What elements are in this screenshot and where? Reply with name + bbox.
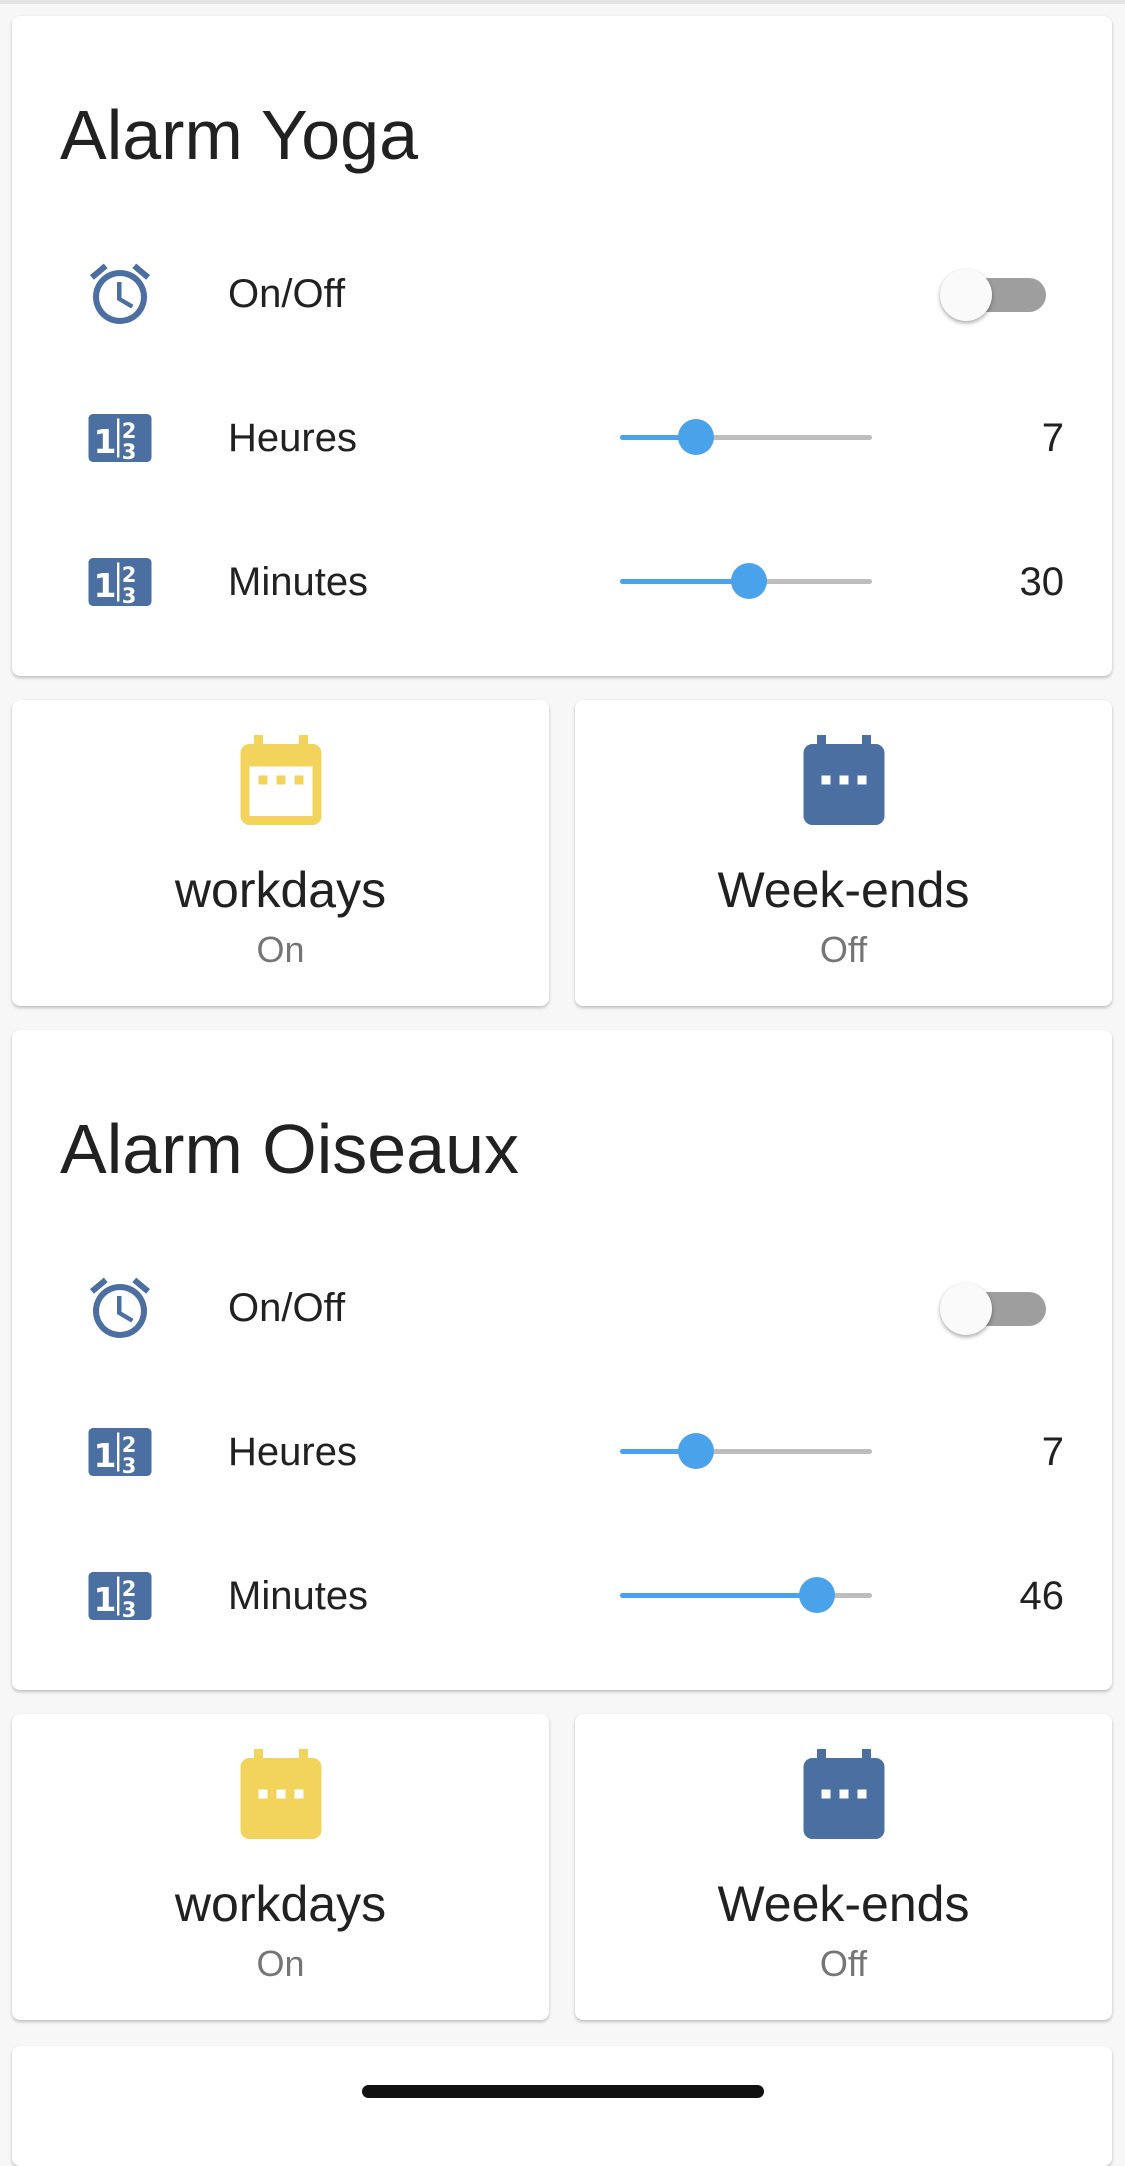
tile-name: workdays — [174, 862, 387, 918]
tile-state: On — [256, 1943, 305, 1984]
onoff-row: On/Off — [12, 244, 1112, 344]
calendar-icon — [240, 1749, 321, 1839]
svg-text:1: 1 — [94, 1580, 117, 1619]
top-divider — [0, 0, 1125, 4]
onoff-toggle[interactable] — [940, 269, 1060, 321]
alarm-card-yoga: Alarm Yoga On/Off 1 2 3 Heures 7 1 2 3 M… — [12, 16, 1112, 676]
hours-row: 1 2 3 Heures 7 — [12, 388, 1112, 488]
alarm-clock-icon — [90, 1277, 150, 1338]
home-indicator[interactable] — [362, 2085, 764, 2098]
toggle-thumb[interactable] — [940, 1283, 992, 1335]
alarm-card-oiseaux: Alarm Oiseaux On/Off 1 2 3 Heures 7 1 2 … — [12, 1030, 1112, 1690]
minutes-value: 46 — [1019, 1574, 1065, 1618]
tile-state: On — [256, 929, 305, 970]
svg-text:3: 3 — [122, 1598, 137, 1622]
tile-workdays[interactable]: workdays On — [12, 700, 549, 1006]
slider-knob[interactable] — [677, 1433, 714, 1469]
onoff-label: On/Off — [228, 1286, 346, 1330]
minutes-slider[interactable] — [608, 554, 884, 610]
minutes-value: 30 — [1019, 560, 1065, 604]
tile-weekends[interactable]: Week-ends Off — [575, 1714, 1112, 2020]
hours-label: Heures — [228, 416, 357, 460]
slider-knob[interactable] — [677, 419, 714, 455]
slider-knob[interactable] — [798, 1577, 835, 1613]
tile-name: Week-ends — [717, 1876, 970, 1932]
svg-text:1: 1 — [94, 1436, 117, 1475]
tile-weekends[interactable]: Week-ends Off — [575, 700, 1112, 1006]
numeric-icon: 1 2 3 — [88, 414, 152, 464]
slider-rail — [620, 419, 872, 455]
minutes-row: 1 2 3 Minutes 46 — [12, 1546, 1112, 1646]
hours-slider[interactable] — [608, 1424, 884, 1480]
card-title: Alarm Yoga — [60, 96, 419, 174]
onoff-row: On/Off — [12, 1258, 1112, 1358]
hours-slider[interactable] — [608, 410, 884, 466]
slider-rail — [620, 1433, 872, 1469]
hours-value: 7 — [1041, 416, 1064, 460]
calendar-icon — [240, 735, 321, 825]
tile-state: Off — [819, 929, 868, 970]
card-title: Alarm Oiseaux — [60, 1110, 520, 1188]
calendar-icon — [803, 1749, 884, 1839]
numeric-icon: 1 2 3 — [88, 1428, 152, 1478]
svg-text:3: 3 — [122, 440, 137, 464]
onoff-toggle[interactable] — [940, 1283, 1060, 1335]
svg-text:3: 3 — [122, 584, 137, 608]
hours-label: Heures — [228, 1430, 357, 1474]
minutes-label: Minutes — [228, 1574, 369, 1618]
tile-workdays[interactable]: workdays On — [12, 1714, 549, 2020]
numeric-icon: 1 2 3 — [88, 1572, 152, 1622]
slider-rail — [620, 1577, 872, 1613]
calendar-icon — [803, 735, 884, 825]
tile-name: workdays — [174, 1876, 387, 1932]
tile-name: Week-ends — [717, 862, 970, 918]
svg-text:1: 1 — [94, 422, 117, 461]
onoff-label: On/Off — [228, 272, 346, 316]
next-card — [12, 2046, 1112, 2166]
tile-state: Off — [819, 1943, 868, 1984]
svg-text:1: 1 — [94, 566, 117, 605]
alarm-clock-icon — [90, 263, 150, 324]
minutes-row: 1 2 3 Minutes 30 — [12, 532, 1112, 632]
hours-value: 7 — [1041, 1430, 1064, 1474]
slider-knob[interactable] — [730, 563, 767, 599]
slider-fill — [620, 1593, 817, 1598]
hours-row: 1 2 3 Heures 7 — [12, 1402, 1112, 1502]
slider-fill — [620, 579, 749, 584]
minutes-label: Minutes — [228, 560, 369, 604]
minutes-slider[interactable] — [608, 1568, 884, 1624]
slider-rail — [620, 563, 872, 599]
numeric-icon: 1 2 3 — [88, 558, 152, 608]
toggle-thumb[interactable] — [940, 269, 992, 321]
svg-text:3: 3 — [122, 1454, 137, 1478]
